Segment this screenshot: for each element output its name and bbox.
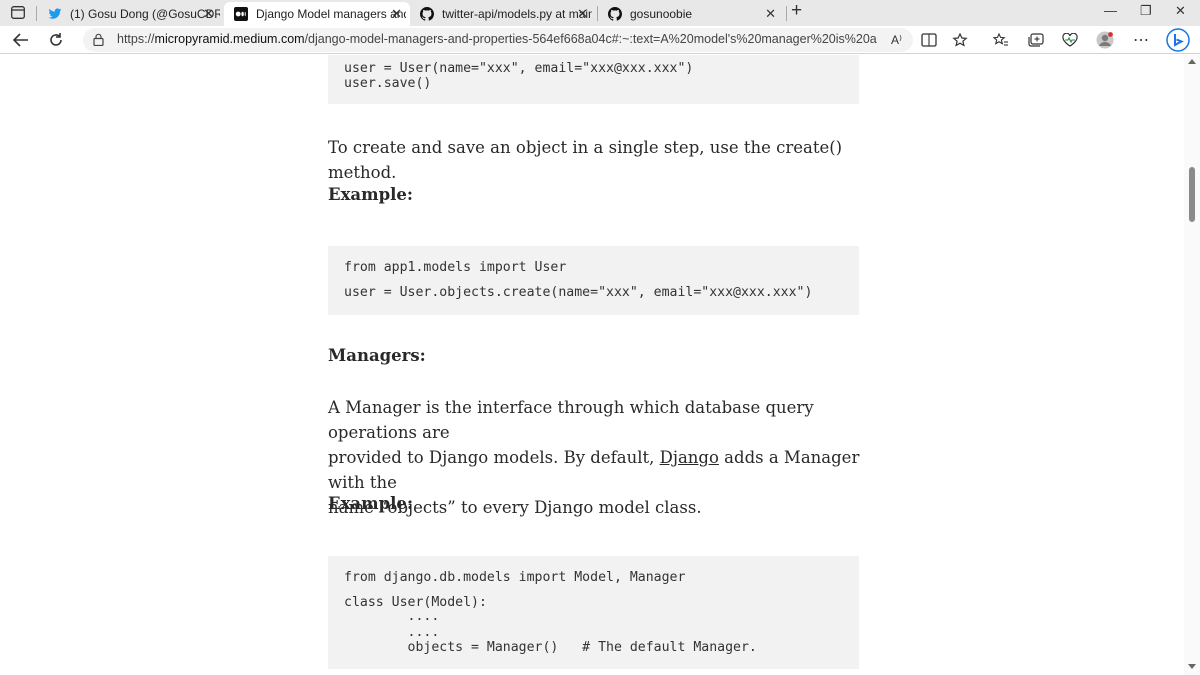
twitter-icon [48,8,62,19]
code-line: class User(Model): [344,595,487,610]
article-content: user = User(name="xxx", email="xxx@xxx.x… [0,55,1184,675]
scrollbar-thumb[interactable] [1189,167,1195,222]
tab-title: Django Model managers and pro [256,7,406,21]
tab-title: twitter-api/models.py at main · lo [442,7,592,21]
tab-separator [786,6,787,21]
code-line: user = User(name="xxx", email="xxx@xxx.x… [344,61,694,76]
maximize-button[interactable]: ❐ [1140,3,1152,19]
close-tab-icon[interactable]: ✕ [203,6,214,22]
tab-twitter[interactable]: (1) Gosu Dong (@GosuCDR) / Tw ✕ [38,2,222,26]
heading-managers: Managers: [328,346,426,365]
tab-github-models[interactable]: twitter-api/models.py at main · lo ✕ [410,2,596,26]
collections-icon[interactable] [1028,33,1044,47]
paragraph-line: A Manager is the interface through which… [328,398,814,442]
browser-toolbar: https://micropyramid.medium.com/django-m… [0,26,1200,54]
close-window-button[interactable]: ✕ [1175,3,1186,19]
code-line: .... [344,609,440,624]
code-line: .... [344,625,440,640]
close-tab-icon[interactable]: ✕ [577,6,588,22]
settings-more-icon[interactable]: ⋯ [1133,30,1150,50]
close-tab-icon[interactable]: ✕ [391,6,402,22]
performance-heart-icon[interactable] [1062,33,1078,47]
django-link[interactable]: Django [660,448,719,467]
heading-example: Example: [328,185,413,204]
favorite-star-icon[interactable] [952,33,968,47]
refresh-icon[interactable] [45,30,67,50]
github-icon [420,7,434,21]
code-block-create: from app1.models import User user = User… [328,246,859,315]
new-tab-button[interactable]: + [791,0,802,22]
bing-chat-icon[interactable] [1166,28,1190,52]
paragraph-line: provided to Django models. By default, D… [328,445,868,495]
code-line: from django.db.models import Model, Mana… [344,570,686,585]
tab-github-gosunoobie[interactable]: gosunoobie ✕ [598,2,784,26]
code-line: from app1.models import User [344,260,567,275]
lock-icon[interactable] [93,33,104,46]
tab-medium-article[interactable]: Django Model managers and pro ✕ [224,2,410,26]
code-block-save: user = User(name="xxx", email="xxx@xxx.x… [328,55,859,104]
address-bar[interactable]: https://micropyramid.medium.com/django-m… [83,28,913,52]
minimize-button[interactable]: — [1104,3,1117,18]
profile-avatar[interactable] [1096,31,1114,49]
reader-view-icon[interactable] [921,33,937,47]
tab-actions-icon[interactable] [11,6,25,19]
favorites-icon[interactable] [993,33,1009,47]
tab-title: (1) Gosu Dong (@GosuCDR) / Tw [70,7,220,21]
tab-separator [36,6,37,21]
vertical-scrollbar[interactable] [1184,55,1200,675]
code-line: objects = Manager() # The default Manage… [344,640,757,655]
url-path: /django-model-managers-and-properties-56… [304,32,877,46]
tab-title: gosunoobie [630,7,693,21]
medium-icon [234,7,248,21]
heading-example: Example: [328,494,413,513]
paragraph-text: provided to Django models. By default, [328,448,660,467]
url-host: micropyramid.medium.com [154,32,305,46]
code-block-manager: from django.db.models import Model, Mana… [328,556,859,669]
back-arrow-icon[interactable] [10,30,32,50]
code-line: user.save() [344,76,432,91]
paragraph-create-method: To create and save an object in a single… [328,138,843,182]
read-aloud-icon[interactable]: A⁾ [891,33,902,47]
url-scheme: https:// [117,32,155,46]
github-icon [608,7,622,21]
url-text[interactable]: https://micropyramid.medium.com/django-m… [117,32,877,46]
tab-strip: (1) Gosu Dong (@GosuCDR) / Tw ✕ Django M… [0,0,1200,26]
code-line: user = User.objects.create(name="xxx", e… [344,285,813,300]
scroll-down-arrow-icon[interactable] [1188,664,1196,669]
close-tab-icon[interactable]: ✕ [765,6,776,22]
scroll-up-arrow-icon[interactable] [1188,59,1196,64]
